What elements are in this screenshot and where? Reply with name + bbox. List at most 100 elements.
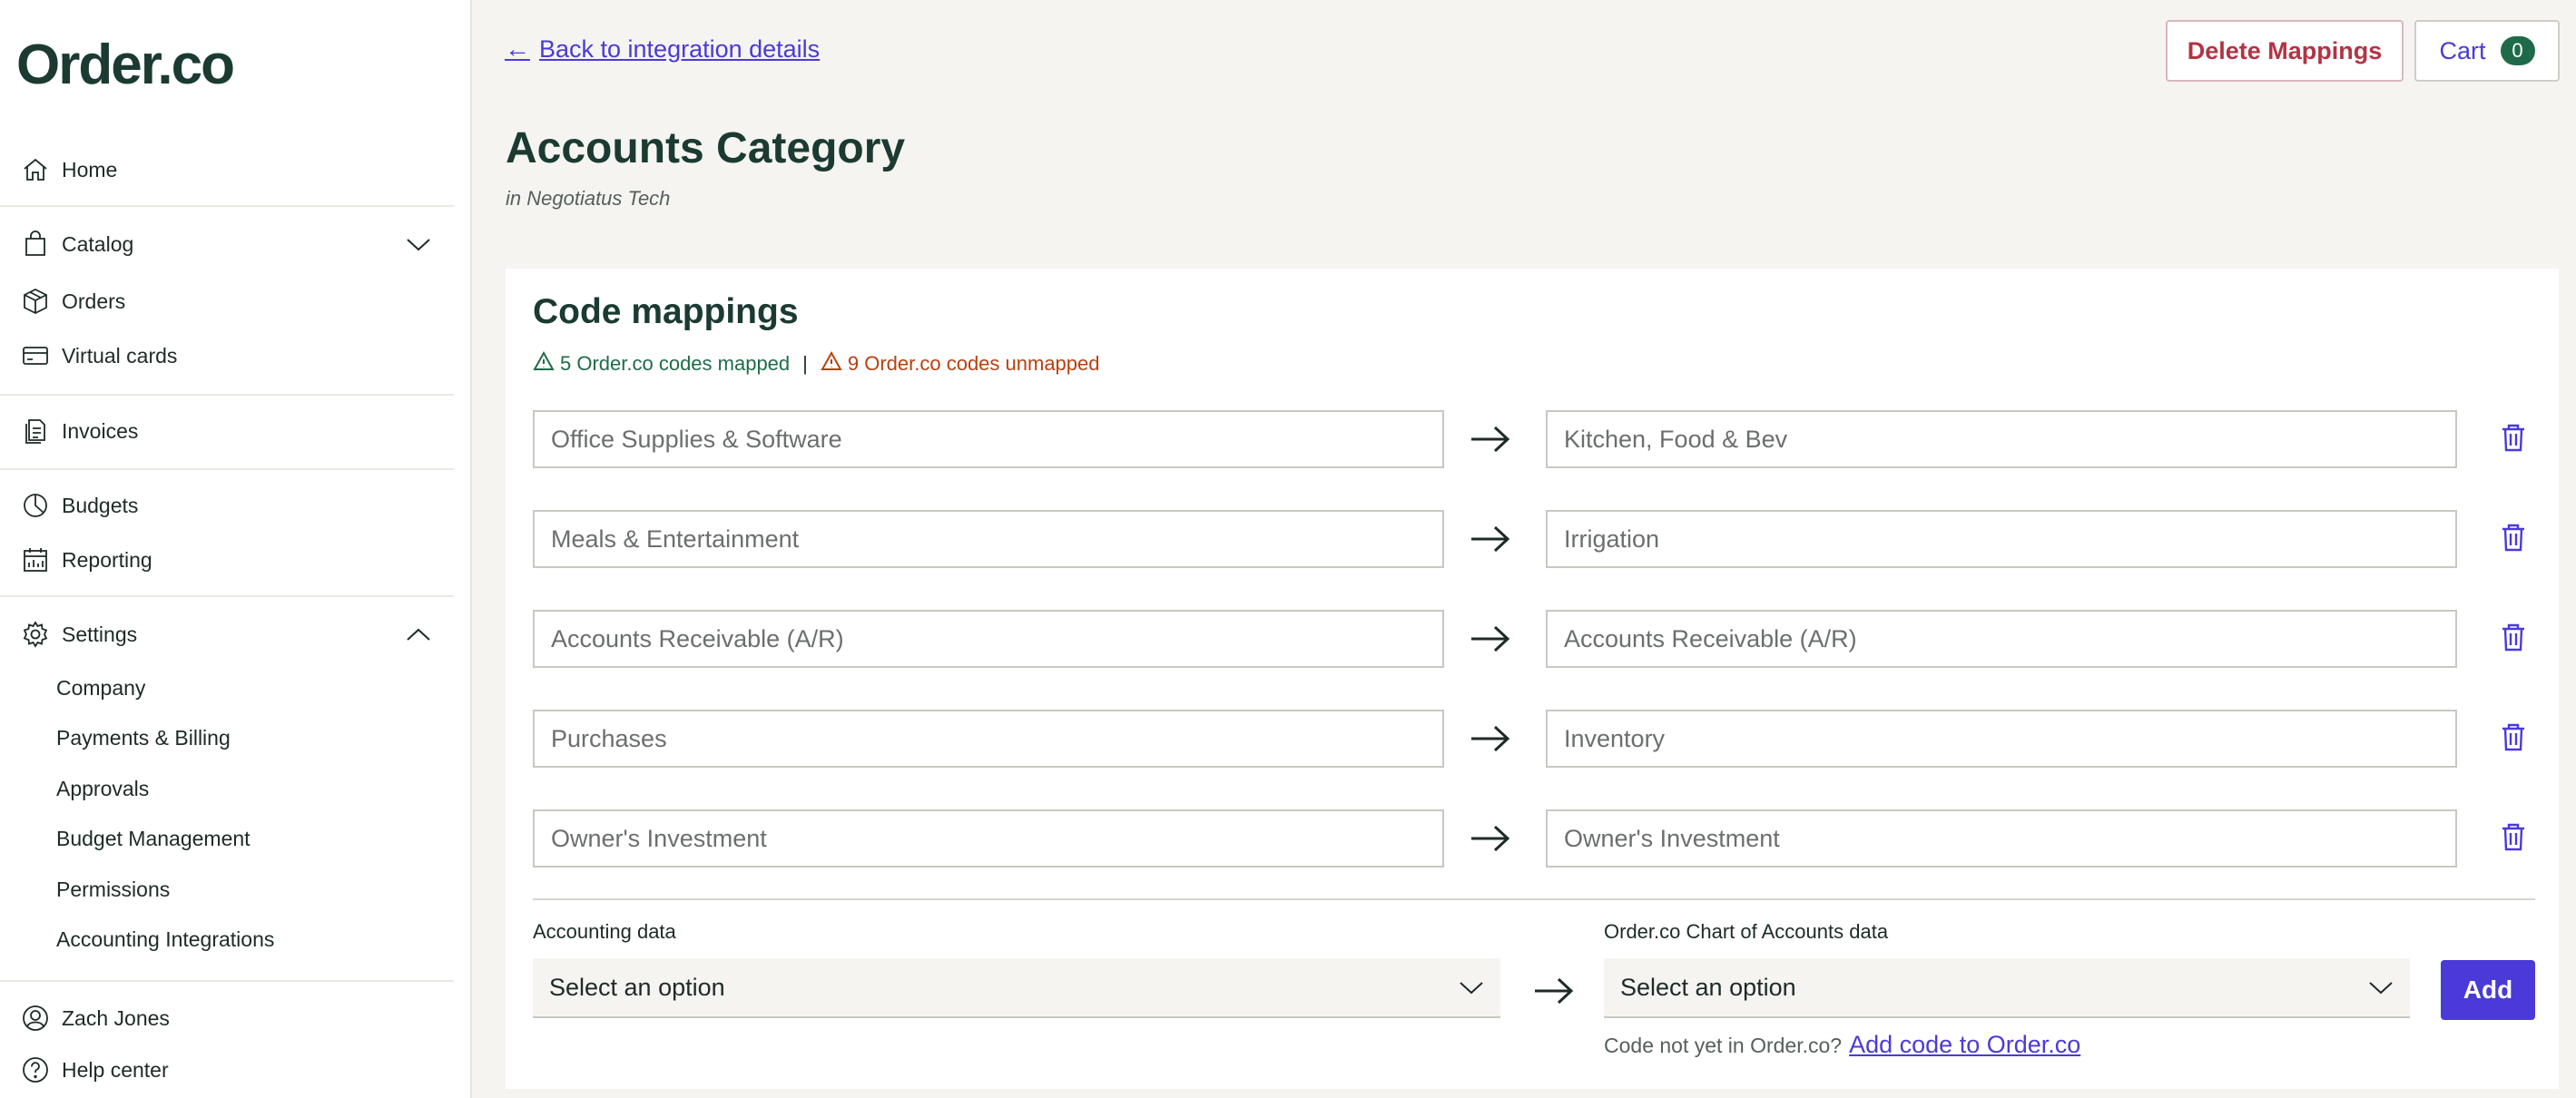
add-mapping-button[interactable]: Add [2441, 960, 2535, 1020]
sidebar-item-label: Virtual cards [62, 343, 178, 368]
mapping-stats: 5 Order.co codes mapped | 9 Order.co cod… [533, 350, 1100, 377]
sidebar-item-label: Catalog [62, 231, 134, 256]
add-code-link[interactable]: Add code to Order.co [1849, 1031, 2080, 1059]
accounting-code-field[interactable]: Accounts Receivable (A/R) [533, 610, 1444, 668]
orderco-code-field[interactable]: Inventory [1546, 710, 2457, 768]
arrow-right-icon [1531, 973, 1577, 1009]
back-link-label: Back to integration details [539, 34, 821, 63]
gear-icon [20, 619, 51, 650]
sidebar-item-label: Reporting [62, 547, 152, 572]
orderco-code-field[interactable]: Irrigation [1546, 510, 2457, 568]
sidebar-item-settings[interactable]: Settings [20, 613, 137, 656]
sidebar-divider [0, 205, 454, 207]
trash-icon[interactable] [2497, 521, 2533, 557]
accounting-code-field[interactable]: Meals & Entertainment [533, 510, 1444, 568]
user-avatar-icon [20, 1003, 51, 1034]
sidebar-item-reporting[interactable]: Reporting [20, 538, 152, 582]
cart-button[interactable]: Cart 0 [2414, 20, 2560, 82]
pie-chart-icon [20, 490, 51, 521]
sidebar-item-label: Settings [62, 622, 138, 646]
settings-sub-approvals[interactable]: Approvals [56, 777, 149, 801]
sidebar: Order.co Home Catalog Orders Virtual car… [0, 0, 472, 1098]
sidebar-item-orders[interactable]: Orders [20, 279, 125, 323]
code-mappings-card: Code mappings 5 Order.co codes mapped | … [506, 269, 2559, 1089]
trash-icon[interactable] [2497, 421, 2533, 457]
mapping-row: Office Supplies & Software Kitchen, Food… [533, 410, 2535, 468]
sidebar-item-label: Orders [62, 289, 126, 313]
accounting-code-field[interactable]: Office Supplies & Software [533, 410, 1444, 468]
mapping-row: Meals & Entertainment Irrigation [533, 510, 2535, 568]
orderco-code-field[interactable]: Accounts Receivable (A/R) [1546, 610, 2457, 668]
mapping-row: Owner's Investment Owner's Investment [533, 809, 2535, 868]
sidebar-item-catalog[interactable]: Catalog [20, 222, 133, 266]
settings-sub-budget-management[interactable]: Budget Management [56, 827, 251, 851]
settings-chevron-up-icon[interactable] [403, 619, 434, 650]
package-icon [20, 286, 51, 317]
back-to-integration-link[interactable]: ← Back to integration details [505, 34, 820, 64]
page-subtitle: in Negotiatus Tech [506, 187, 671, 210]
delete-mappings-button[interactable]: Delete Mappings [2166, 20, 2404, 82]
orderco-coa-select[interactable]: Select an option [1604, 958, 2410, 1018]
warning-triangle-icon [533, 350, 560, 377]
sidebar-item-label: Invoices [62, 418, 139, 443]
settings-sub-payments-billing[interactable]: Payments & Billing [56, 726, 231, 750]
arrow-right-icon [1468, 521, 1513, 557]
hint-text: Code not yet in Order.co? [1604, 1034, 1843, 1057]
sidebar-item-label: Help center [62, 1057, 169, 1082]
orderco-code-field[interactable]: Owner's Investment [1546, 809, 2457, 868]
trash-icon[interactable] [2497, 820, 2533, 857]
home-icon [20, 154, 51, 185]
settings-sub-company[interactable]: Company [56, 676, 145, 701]
sidebar-item-budgets[interactable]: Budgets [20, 484, 138, 527]
sidebar-item-user[interactable]: Zach Jones [20, 996, 170, 1040]
mapping-row: Purchases Inventory [533, 710, 2535, 768]
user-name: Zach Jones [62, 1005, 170, 1030]
section-divider [533, 898, 2535, 900]
trash-icon[interactable] [2497, 621, 2533, 657]
mapped-stat-text: 5 Order.co codes mapped [560, 352, 791, 375]
sidebar-item-label: Home [62, 157, 118, 181]
cart-label: Cart [2439, 36, 2486, 64]
orderco-select-value: Select an option [1620, 973, 1796, 1001]
settings-sub-permissions[interactable]: Permissions [56, 877, 170, 902]
sidebar-divider [0, 980, 454, 982]
orderco-code-field[interactable]: Kitchen, Food & Bev [1546, 410, 2457, 468]
sidebar-item-help-center[interactable]: Help center [20, 1048, 169, 1092]
accounting-data-select[interactable]: Select an option [533, 958, 1500, 1018]
sidebar-divider [0, 468, 454, 470]
sidebar-item-label: Budgets [62, 493, 139, 517]
mapping-row: Accounts Receivable (A/R) Accounts Recei… [533, 610, 2535, 668]
order-co-logo[interactable]: Order.co [16, 33, 235, 97]
arrow-right-icon [1468, 621, 1513, 657]
accounting-code-field[interactable]: Purchases [533, 710, 1444, 768]
page-title: Accounts Category [506, 124, 906, 172]
mapped-stat: 5 Order.co codes mapped [533, 350, 790, 377]
sidebar-item-virtual-cards[interactable]: Virtual cards [20, 334, 177, 377]
sidebar-item-invoices[interactable]: Invoices [20, 409, 138, 453]
invoice-icon [20, 416, 51, 446]
shopping-bag-icon [20, 229, 51, 260]
reporting-calendar-icon [20, 544, 51, 575]
arrow-right-icon [1468, 421, 1513, 457]
chevron-down-icon [2366, 973, 2397, 1004]
unmapped-stat-text: 9 Order.co codes unmapped [847, 352, 1100, 375]
sidebar-item-home[interactable]: Home [20, 148, 117, 191]
cart-count-badge: 0 [2500, 36, 2535, 65]
credit-card-icon [20, 340, 51, 371]
accounting-data-label: Accounting data [533, 920, 676, 943]
accounting-code-field[interactable]: Owner's Investment [533, 809, 1444, 868]
arrow-right-icon [1468, 721, 1513, 757]
add-code-hint: Code not yet in Order.co? Add code to Or… [1604, 1031, 2080, 1059]
trash-icon[interactable] [2497, 721, 2533, 757]
settings-sub-accounting-integrations[interactable]: Accounting Integrations [56, 927, 274, 952]
arrow-right-icon [1468, 820, 1513, 857]
card-title: Code mappings [533, 292, 799, 331]
unmapped-stat: 9 Order.co codes unmapped [821, 350, 1100, 377]
arrow-left-icon: ← [505, 34, 530, 63]
orderco-coa-label: Order.co Chart of Accounts data [1604, 920, 1889, 943]
sidebar-divider [0, 394, 454, 396]
sidebar-divider [0, 595, 454, 597]
stat-separator: | [802, 352, 808, 375]
warning-triangle-icon [821, 350, 848, 377]
catalog-chevron-down-icon[interactable] [403, 229, 434, 260]
